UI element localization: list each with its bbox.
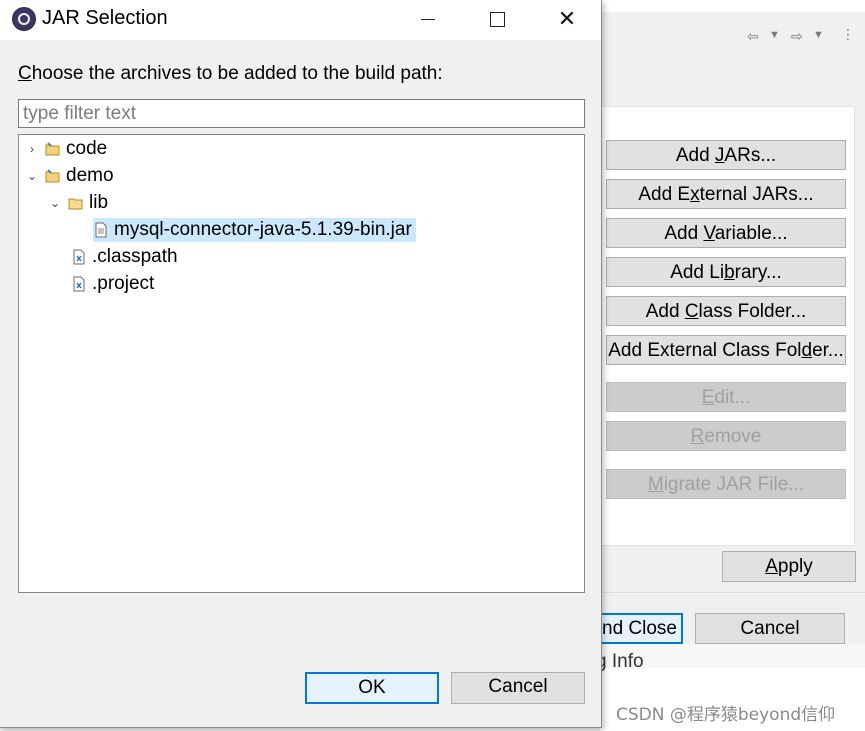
back-arrow-icon[interactable]: ⇦: [747, 28, 759, 45]
ok-button[interactable]: OK: [305, 672, 439, 704]
eclipse-app-icon: [12, 7, 36, 31]
project-icon: [45, 141, 61, 157]
xml-file-icon: [71, 276, 87, 292]
chevron-down-icon[interactable]: ⌄: [25, 169, 39, 183]
background-cancel-button[interactable]: Cancel: [695, 613, 845, 644]
view-menu-icon[interactable]: ⋮: [841, 26, 855, 43]
jar-file-icon: [93, 222, 109, 238]
tree-item-label: .project: [92, 273, 155, 294]
add-library-button[interactable]: Add Library...: [606, 257, 846, 287]
separator: [600, 592, 865, 593]
background-titlebar: [561, 0, 865, 12]
close-icon: ✕: [557, 6, 577, 31]
xml-file-icon: [71, 249, 87, 265]
tree-item-code[interactable]: › code: [25, 137, 107, 161]
tree-item-lib[interactable]: ⌄ lib: [48, 191, 108, 215]
migrate-jar-file-button: Migrate JAR File...: [606, 469, 846, 499]
tree-item-demo[interactable]: ⌄ demo: [25, 164, 114, 188]
add-external-jars-button[interactable]: Add External JARs...: [606, 179, 846, 209]
tree-item-jar[interactable]: mysql-connector-java-5.1.39-bin.jar: [93, 218, 416, 242]
tree-item-label: mysql-connector-java-5.1.39-bin.jar: [114, 219, 412, 240]
add-jars-button[interactable]: Add JARs...: [606, 140, 846, 170]
prompt-label: Choose the archives to be added to the b…: [18, 63, 443, 85]
watermark: CSDN @程序猿beyond信仰: [616, 705, 836, 725]
back-dropdown-icon[interactable]: ▼: [769, 29, 780, 41]
forward-dropdown-icon[interactable]: ▼: [813, 29, 824, 41]
tree-item-label: demo: [66, 165, 114, 186]
maximize-button[interactable]: [474, 2, 520, 36]
apply-button[interactable]: Apply: [722, 551, 856, 582]
chevron-right-icon[interactable]: ›: [25, 142, 39, 156]
edit-button: Edit...: [606, 382, 846, 412]
tree-item-classpath[interactable]: .classpath: [71, 245, 178, 269]
folder-icon: [68, 195, 84, 211]
filter-input[interactable]: [18, 99, 585, 128]
background-toolbar: ⇦ ▼ ⇨ ▼ ⋮: [561, 12, 865, 62]
tree-item-label: .classpath: [92, 246, 178, 267]
add-external-class-folder-button[interactable]: Add External Class Folder...: [606, 335, 846, 365]
cancel-button[interactable]: Cancel: [451, 672, 585, 704]
prompt-mnemonic: C: [18, 63, 32, 84]
tree-item-label: code: [66, 138, 108, 159]
chevron-down-icon[interactable]: ⌄: [48, 196, 62, 210]
tree-item-project[interactable]: .project: [71, 272, 154, 296]
close-button[interactable]: ✕: [544, 2, 590, 36]
jar-selection-dialog: JAR Selection ✕ Choose the archives to b…: [0, 0, 602, 728]
minimize-button[interactable]: [405, 2, 451, 36]
file-tree[interactable]: › code ⌄ demo ⌄ lib mysql-connector-java…: [18, 134, 585, 593]
project-icon: [45, 168, 61, 184]
tree-item-label: lib: [89, 192, 109, 213]
add-class-folder-button[interactable]: Add Class Folder...: [606, 296, 846, 326]
background-info-label: g Info: [596, 651, 644, 672]
add-variable-button[interactable]: Add Variable...: [606, 218, 846, 248]
forward-arrow-icon[interactable]: ⇨: [791, 28, 803, 45]
dialog-titlebar: JAR Selection ✕: [0, 0, 601, 40]
dialog-title: JAR Selection: [42, 7, 168, 29]
remove-button: Remove: [606, 421, 846, 451]
prompt-text: hoose the archives to be added to the bu…: [31, 63, 443, 84]
